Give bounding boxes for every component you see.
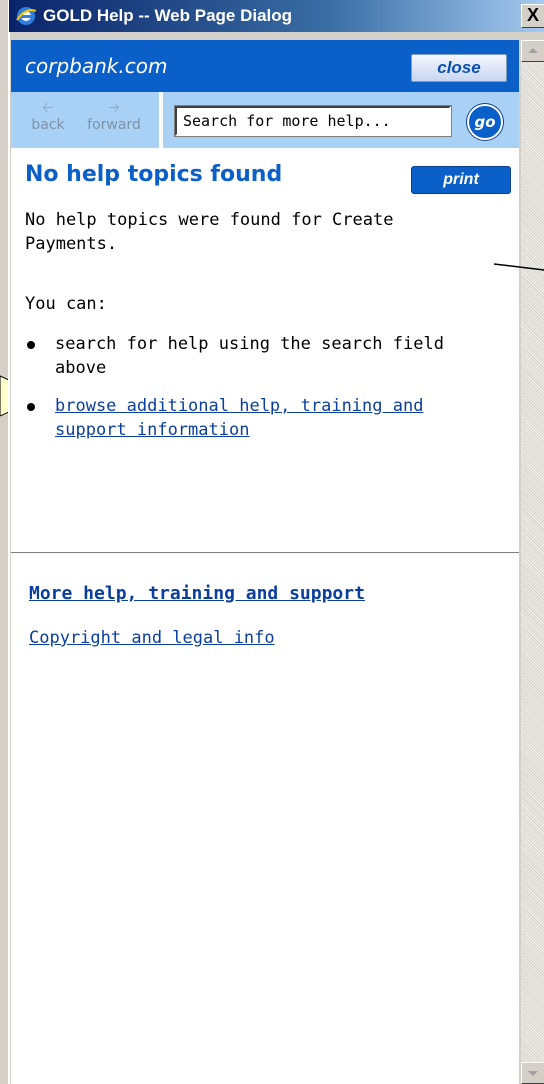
back-button[interactable]: 🡠 back <box>15 100 81 144</box>
window-title: GOLD Help -- Web Page Dialog <box>43 6 293 25</box>
back-label: back <box>31 117 65 133</box>
print-button[interactable]: print <box>411 166 511 194</box>
scroll-up-button[interactable] <box>521 40 544 62</box>
brand-bar: corpbank.com close <box>11 40 519 92</box>
close-button[interactable]: close <box>411 54 507 82</box>
help-content-area: corpbank.com close 🡠 back 🡢 forward go N… <box>11 40 519 1084</box>
title-bar[interactable]: GOLD Help -- Web Page Dialog X <box>9 0 544 32</box>
scroll-down-button[interactable] <box>521 1062 544 1084</box>
list-item: search for help using the search field a… <box>25 332 505 380</box>
no-results-message: No help topics were found for Create Pay… <box>25 210 394 254</box>
forward-button[interactable]: 🡢 forward <box>81 100 147 144</box>
dialog-window: GOLD Help -- Web Page Dialog X corpbank.… <box>8 0 544 1084</box>
scroll-up-arrow-icon <box>528 48 538 53</box>
search-option-text: search for help using the search field a… <box>55 334 444 378</box>
list-item: browse additional help, training and sup… <box>25 394 505 442</box>
you-can-label: You can: <box>25 294 107 314</box>
more-help-link[interactable]: More help, training and support <box>29 582 365 606</box>
options-list: search for help using the search field a… <box>25 332 505 456</box>
go-button[interactable]: go <box>467 104 503 140</box>
window-close-button[interactable]: X <box>521 4 544 28</box>
back-arrow-icon: 🡠 <box>42 100 54 116</box>
history-nav: 🡠 back 🡢 forward <box>11 92 163 148</box>
search-input[interactable] <box>174 105 452 137</box>
browse-help-link[interactable]: browse additional help, training and sup… <box>55 396 423 440</box>
ie-icon <box>16 7 37 25</box>
brand-name: corpbank.com <box>25 54 168 78</box>
nav-bar: 🡠 back 🡢 forward go <box>11 92 519 148</box>
annotation-pointer <box>493 263 544 271</box>
scroll-down-arrow-icon <box>528 1071 538 1076</box>
vertical-scrollbar[interactable] <box>521 40 544 1084</box>
forward-label: forward <box>87 117 141 133</box>
section-divider <box>11 552 519 554</box>
page-title: No help topics found <box>25 162 283 187</box>
copyright-link[interactable]: Copyright and legal info <box>29 626 275 650</box>
forward-arrow-icon: 🡢 <box>108 100 120 116</box>
